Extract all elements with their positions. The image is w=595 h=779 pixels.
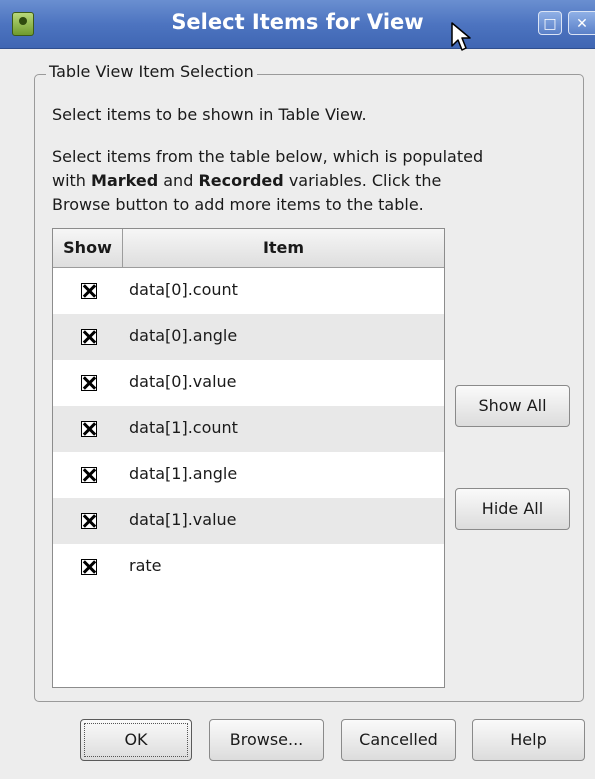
- help-button[interactable]: Help: [472, 719, 585, 761]
- group-legend: Table View Item Selection: [46, 62, 257, 81]
- marked-label: Marked: [91, 171, 159, 190]
- recorded-label: Recorded: [198, 171, 284, 190]
- cancel-button[interactable]: Cancelled: [341, 719, 456, 761]
- instructions-text: Select items from the table below, which…: [52, 145, 572, 217]
- instructions-line-2: with Marked and Recorded variables. Clic…: [52, 171, 442, 190]
- table-row[interactable]: data[1].count: [53, 406, 444, 452]
- intro-text: Select items to be shown in Table View.: [52, 105, 367, 124]
- table-header: Show Item: [53, 229, 444, 268]
- item-cell: rate: [129, 556, 162, 575]
- close-icon[interactable]: ✕: [568, 11, 595, 35]
- column-header-item[interactable]: Item: [123, 229, 444, 267]
- items-table[interactable]: Show Item data[0].count data[0].angle da…: [52, 228, 445, 688]
- restore-icon[interactable]: □: [538, 11, 562, 35]
- item-cell: data[0].value: [129, 372, 237, 391]
- ok-button[interactable]: OK: [80, 719, 192, 761]
- table-row[interactable]: data[1].value: [53, 498, 444, 544]
- table-row[interactable]: data[0].value: [53, 360, 444, 406]
- table-row[interactable]: data[1].angle: [53, 452, 444, 498]
- hide-all-button[interactable]: Hide All: [455, 488, 570, 530]
- show-checkbox[interactable]: [81, 375, 97, 391]
- show-checkbox[interactable]: [81, 283, 97, 299]
- table-row[interactable]: data[0].count: [53, 268, 444, 314]
- instructions-line-3: Browse button to add more items to the t…: [52, 195, 424, 214]
- show-checkbox[interactable]: [81, 329, 97, 345]
- show-checkbox[interactable]: [81, 467, 97, 483]
- item-cell: data[1].angle: [129, 464, 238, 483]
- item-cell: data[0].angle: [129, 326, 238, 345]
- show-checkbox[interactable]: [81, 513, 97, 529]
- item-cell: data[0].count: [129, 280, 238, 299]
- instructions-line-1: Select items from the table below, which…: [52, 147, 484, 166]
- column-header-show[interactable]: Show: [53, 229, 123, 267]
- table-row[interactable]: data[0].angle: [53, 314, 444, 360]
- mouse-pointer-icon: [451, 22, 471, 51]
- item-cell: data[1].value: [129, 510, 237, 529]
- show-all-button[interactable]: Show All: [455, 385, 570, 427]
- show-checkbox[interactable]: [81, 559, 97, 575]
- browse-button[interactable]: Browse...: [209, 719, 324, 761]
- item-cell: data[1].count: [129, 418, 238, 437]
- table-row[interactable]: rate: [53, 544, 444, 590]
- show-checkbox[interactable]: [81, 421, 97, 437]
- window-title: Select Items for View: [171, 10, 424, 34]
- title-bar[interactable]: Select Items for View □ ✕: [0, 0, 595, 51]
